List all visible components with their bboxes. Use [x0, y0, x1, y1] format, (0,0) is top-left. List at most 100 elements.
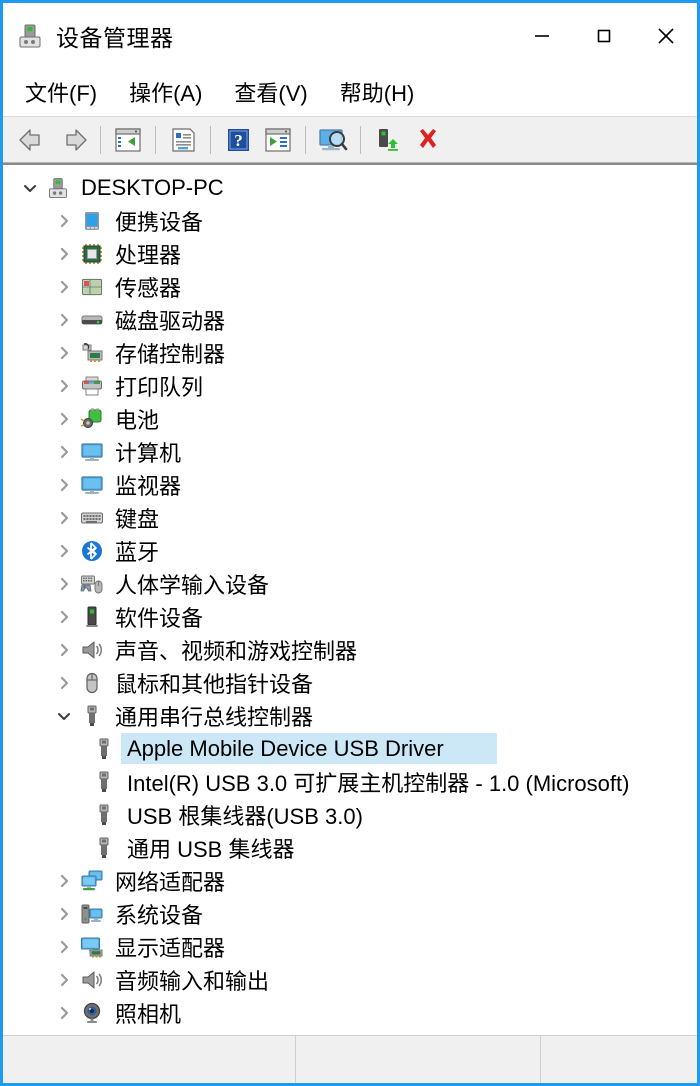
tree-row-print-queues[interactable]: 打印队列: [3, 369, 697, 402]
tree-row-cameras[interactable]: 照相机: [3, 996, 697, 1029]
usb-icon: [89, 836, 119, 860]
chevron-right-icon[interactable]: [51, 444, 77, 460]
tree-row-sound-video-game-controllers[interactable]: 声音、视频和游戏控制器: [3, 633, 697, 666]
tree-row-sensors[interactable]: 传感器: [3, 270, 697, 303]
tree-row-label: USB 根集线器(USB 3.0): [127, 803, 363, 829]
camera-icon: [77, 1001, 107, 1025]
maximize-button[interactable]: [573, 8, 635, 64]
tree-row-label: 音频输入和输出: [115, 968, 270, 994]
tree-row-batteries[interactable]: 电池: [3, 402, 697, 435]
device-tree[interactable]: DESKTOP-PC 便携设备 处理器 传感器 磁盘驱动器 存储控制器 打印队列…: [3, 163, 697, 1035]
tree-row-desktop-pc[interactable]: DESKTOP-PC: [3, 171, 697, 204]
tree-row-disk-drives[interactable]: 磁盘驱动器: [3, 303, 697, 336]
tree-row-audio-inputs-and-outputs[interactable]: 音频输入和输出: [3, 963, 697, 996]
tree-row-bluetooth[interactable]: 蓝牙: [3, 534, 697, 567]
tree-row-apple-mobile-device-usb-driver[interactable]: Apple Mobile Device USB Driver: [3, 732, 697, 765]
menu-help[interactable]: 帮助(H): [340, 76, 415, 108]
sensor-icon: [77, 275, 107, 299]
tree-row-hid[interactable]: 人体学输入设备: [3, 567, 697, 600]
toolbar-separator: [360, 125, 361, 154]
toolbar-separator: [305, 125, 306, 154]
chevron-right-icon[interactable]: [51, 411, 77, 427]
hid-icon: [77, 572, 107, 596]
chevron-down-icon[interactable]: [17, 180, 43, 196]
tree-row-label: 磁盘驱动器: [115, 308, 226, 334]
tree-row-label: 打印队列: [115, 374, 204, 400]
chevron-right-icon[interactable]: [51, 543, 77, 559]
tree-row-label: 通用串行总线控制器: [115, 704, 314, 730]
chevron-right-icon[interactable]: [51, 609, 77, 625]
scan-hardware-changes-icon[interactable]: [313, 121, 353, 159]
tree-row-label: 便携设备: [115, 209, 204, 235]
chevron-right-icon[interactable]: [51, 642, 77, 658]
tree-row-mice-and-pointing-devices[interactable]: 鼠标和其他指针设备: [3, 666, 697, 699]
chevron-right-icon[interactable]: [51, 213, 77, 229]
update-driver-icon[interactable]: [258, 121, 298, 159]
tree-row-label: 显示适配器: [115, 935, 226, 961]
minimize-button[interactable]: [511, 8, 573, 64]
show-hide-console-tree-icon[interactable]: [108, 121, 148, 159]
chevron-right-icon[interactable]: [51, 378, 77, 394]
tree-row-keyboards[interactable]: 键盘: [3, 501, 697, 534]
window-controls: [511, 3, 697, 68]
window-title: 设备管理器: [56, 24, 174, 51]
chevron-right-icon[interactable]: [51, 246, 77, 262]
chevron-right-icon[interactable]: [51, 972, 77, 988]
enable-device-icon[interactable]: [368, 121, 408, 159]
back-icon[interactable]: [13, 121, 53, 159]
printer-icon: [77, 374, 107, 398]
tree-row-label: Apple Mobile Device USB Driver: [127, 735, 444, 761]
chevron-right-icon[interactable]: [51, 510, 77, 526]
processor-icon: [77, 242, 107, 266]
chevron-right-icon[interactable]: [51, 312, 77, 328]
chevron-right-icon[interactable]: [51, 675, 77, 691]
usb-icon: [77, 704, 107, 728]
tree-row-system-devices[interactable]: 系统设备: [3, 897, 697, 930]
chevron-down-icon[interactable]: [51, 708, 77, 724]
svg-text:?: ?: [234, 131, 243, 150]
chevron-right-icon[interactable]: [51, 939, 77, 955]
computer-root-icon: [43, 176, 73, 200]
tree-row-network-adapters[interactable]: 网络适配器: [3, 864, 697, 897]
tree-row-label: 键盘: [115, 506, 160, 532]
status-cell-2: [296, 1036, 541, 1083]
tree-row-label: 声音、视频和游戏控制器: [115, 638, 358, 664]
tree-row-label: DESKTOP-PC: [81, 174, 224, 200]
tree-row-label: 处理器: [115, 242, 182, 268]
tree-row-usb-controllers[interactable]: 通用串行总线控制器: [3, 699, 697, 732]
menu-view[interactable]: 查看(V): [234, 76, 307, 108]
close-button[interactable]: [635, 8, 697, 64]
menu-action[interactable]: 操作(A): [129, 76, 202, 108]
chevron-right-icon[interactable]: [51, 345, 77, 361]
chevron-right-icon[interactable]: [51, 906, 77, 922]
toolbar-separator: [155, 125, 156, 154]
tree-row-display-adapters[interactable]: 显示适配器: [3, 930, 697, 963]
uninstall-device-icon[interactable]: [408, 121, 448, 159]
properties-icon[interactable]: [163, 121, 203, 159]
status-cell-1: [3, 1036, 296, 1083]
tree-row-monitors[interactable]: 监视器: [3, 468, 697, 501]
tree-row-label: 鼠标和其他指针设备: [115, 671, 314, 697]
chevron-right-icon[interactable]: [51, 873, 77, 889]
display-adapter-icon: [77, 935, 107, 959]
help-icon[interactable]: ?: [218, 121, 258, 159]
tree-row-processors[interactable]: 处理器: [3, 237, 697, 270]
tree-row-usb-root-hub[interactable]: USB 根集线器(USB 3.0): [3, 798, 697, 831]
chevron-right-icon[interactable]: [51, 279, 77, 295]
system-device-icon: [77, 902, 107, 926]
tree-row-label: 监视器: [115, 473, 182, 499]
disk-drive-icon: [77, 308, 107, 332]
tree-row-generic-usb-hub[interactable]: 通用 USB 集线器: [3, 831, 697, 864]
tree-row-label: 通用 USB 集线器: [127, 836, 295, 862]
tree-row-storage-controllers[interactable]: 存储控制器: [3, 336, 697, 369]
tree-row-portable-devices[interactable]: 便携设备: [3, 204, 697, 237]
chevron-right-icon[interactable]: [51, 1005, 77, 1021]
menu-file[interactable]: 文件(F): [25, 76, 97, 108]
tree-row-software-devices[interactable]: 软件设备: [3, 600, 697, 633]
tree-row-label: 人体学输入设备: [115, 572, 270, 598]
chevron-right-icon[interactable]: [51, 477, 77, 493]
tree-row-intel-usb-30-controller[interactable]: Intel(R) USB 3.0 可扩展主机控制器 - 1.0 (Microso…: [3, 765, 697, 798]
tree-row-computer[interactable]: 计算机: [3, 435, 697, 468]
chevron-right-icon[interactable]: [51, 576, 77, 592]
forward-icon[interactable]: [53, 121, 93, 159]
